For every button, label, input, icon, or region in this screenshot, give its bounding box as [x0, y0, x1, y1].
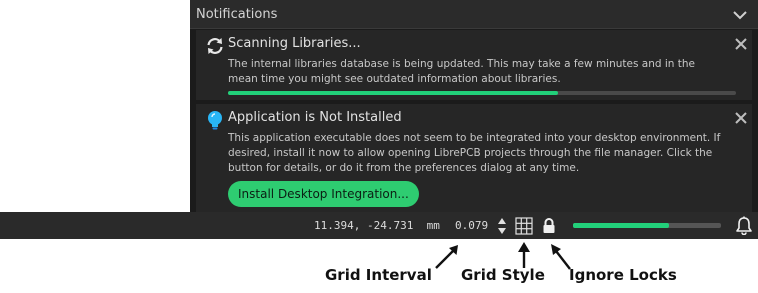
close-icon[interactable] — [735, 38, 747, 50]
notification-message: The internal libraries database is being… — [228, 58, 696, 85]
lock-icon[interactable] — [542, 217, 556, 234]
notification-message: This application executable does not see… — [228, 132, 721, 174]
scan-progress-bar — [228, 91, 736, 95]
status-progress-bar — [573, 223, 721, 228]
callout-ignore-locks: Ignore Locks — [569, 266, 677, 284]
coordinates-unit: mm — [426, 219, 440, 232]
notifications-title: Notifications — [196, 7, 278, 22]
notification-title: Application is Not Installed — [228, 110, 402, 125]
arrow-grid-interval-icon — [435, 245, 458, 269]
notification-scanning-libraries: Scanning Libraries... The internal libra… — [196, 30, 752, 100]
status-progress-fill — [573, 223, 670, 228]
notification-title: Scanning Libraries... — [228, 36, 361, 51]
callout-grid-style: Grid Style — [461, 266, 545, 284]
close-icon[interactable] — [735, 112, 747, 124]
stepper-icon[interactable] — [497, 217, 507, 235]
chevron-down-icon[interactable] — [731, 6, 749, 24]
bell-icon[interactable] — [735, 216, 753, 235]
sync-icon — [207, 38, 223, 54]
notification-not-installed: Application is Not Installed This applic… — [196, 104, 752, 212]
grid-icon[interactable] — [515, 217, 533, 235]
lightbulb-icon — [208, 111, 222, 130]
arrow-grid-style-icon — [518, 242, 530, 268]
install-desktop-integration-button[interactable]: Install Desktop Integration... — [228, 181, 419, 207]
status-bar: 11.394, -24.731 mm 0.079 — [0, 212, 758, 239]
scan-progress-fill — [228, 91, 559, 95]
coordinates-value: 11.394, -24.731 — [314, 219, 414, 232]
callout-grid-interval: Grid Interval — [325, 266, 432, 284]
grid-interval-value[interactable]: 0.079 — [455, 219, 488, 232]
notifications-panel: Notifications Scanning Libraries... The … — [190, 0, 758, 212]
cursor-coordinates: 11.394, -24.731 mm — [314, 219, 440, 232]
notifications-header: Notifications — [190, 0, 758, 29]
